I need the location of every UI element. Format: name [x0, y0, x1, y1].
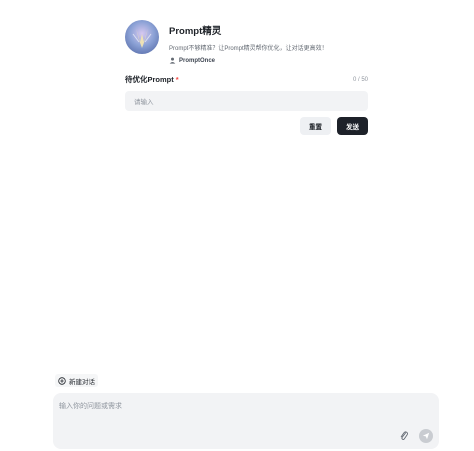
agent-author[interactable]: PromptOnce — [169, 57, 328, 64]
agent-header: Prompt精灵 Prompt不够精准？让Prompt精灵帮你优化，让对话更高效… — [125, 20, 328, 64]
paper-plane-icon — [422, 432, 430, 440]
field-label-text: 待优化Prompt — [125, 75, 174, 84]
field-label: 待优化Prompt * — [125, 74, 179, 85]
send-button[interactable]: 发送 — [337, 117, 368, 135]
plus-circle-icon — [58, 376, 66, 385]
chat-composer[interactable]: 输入你的问题或需求 — [53, 393, 439, 449]
agent-avatar-icon — [125, 20, 159, 54]
author-name: PromptOnce — [179, 57, 216, 64]
form-actions: 重置 发送 — [300, 117, 368, 135]
paperclip-icon[interactable] — [399, 430, 409, 442]
agent-title: Prompt精灵 — [169, 26, 222, 37]
reset-button[interactable]: 重置 — [300, 117, 331, 135]
required-mark: * — [175, 75, 179, 84]
char-counter: 0 / 50 — [352, 76, 368, 83]
agent-description: Prompt不够精准？让Prompt精灵帮你优化，让对话更高效！ — [169, 46, 328, 52]
new-chat-label: 新建对话 — [69, 378, 95, 386]
prompt-input[interactable]: 请输入 — [125, 91, 368, 111]
prompt-form: 待优化Prompt * 0 / 50 请输入 重置 发送 — [125, 74, 368, 135]
user-icon — [169, 57, 176, 64]
new-chat-button[interactable]: 新建对话 — [55, 374, 98, 387]
send-icon[interactable] — [419, 429, 433, 443]
composer-input[interactable]: 输入你的问题或需求 — [59, 401, 122, 411]
page: Prompt精灵 Prompt不够精准？让Prompt精灵帮你优化，让对话更高效… — [0, 0, 474, 451]
